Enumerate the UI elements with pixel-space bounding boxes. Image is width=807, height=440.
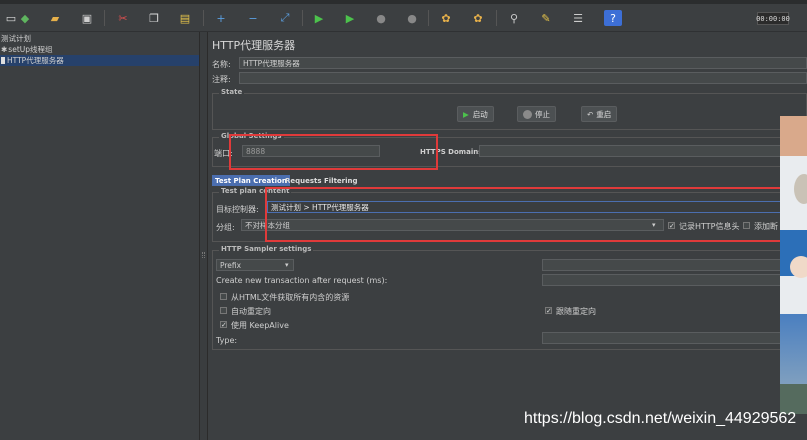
open-icon[interactable]: ▰ (46, 10, 64, 26)
cut-icon[interactable]: ✂ (114, 10, 132, 26)
start-button-label: 启动 (472, 109, 488, 119)
gear-icon: ✱ (1, 45, 8, 54)
chevron-down-icon[interactable]: ▾ (285, 261, 289, 269)
page-title: HTTP代理服务器 (212, 39, 296, 52)
tab-test-plan-creation[interactable]: Test Plan Creation (212, 175, 290, 186)
stop-button-label: 停止 (535, 109, 550, 119)
restart-icon: ↶ (587, 109, 594, 119)
follow-redirect-checkbox[interactable]: ✓ (545, 307, 552, 315)
tree-item-setup-thread-group[interactable]: ✱ setUp线程组 (1, 44, 53, 55)
start-no-pause-icon[interactable]: ▶ (341, 10, 359, 26)
keepalive-label: 使用 KeepAlive (231, 321, 289, 330)
prefix-value-field[interactable] (542, 259, 807, 271)
stop-icon (523, 109, 532, 119)
start-icon[interactable]: ▶ (310, 10, 328, 26)
prefix-select[interactable]: Prefix (216, 259, 294, 271)
annotation-box-port (229, 134, 438, 170)
http-sampler-settings-title: HTTP Sampler settings (219, 245, 314, 253)
expand-icon[interactable]: + (212, 10, 230, 26)
test-plan-tree: 测试计划 ✱ setUp线程组 HTTP代理服务器 (0, 32, 200, 440)
stop-button[interactable]: 停止 (517, 106, 556, 122)
restart-button-label: 重启 (596, 109, 612, 119)
create-transaction-label: Create new transaction after request (ms… (216, 276, 388, 285)
name-label: 名称: (212, 60, 231, 69)
toolbar: ▭ ◆ ▰ ▣ ✂ ❐ ▤ + − ⤢ ▶ ▶ ● ● ✿ ✿ ⚲ ✎ ☰ ? … (0, 4, 807, 32)
create-transaction-field[interactable] (542, 274, 807, 286)
restart-button[interactable]: ↶ 重启 (581, 106, 618, 122)
overlay-image-strip (780, 116, 807, 414)
collapse-icon[interactable]: − (244, 10, 262, 26)
auto-redirect-checkbox[interactable] (220, 307, 227, 314)
tab-requests-filtering[interactable]: Requests Filtering (282, 175, 361, 186)
pane-splitter[interactable] (200, 32, 208, 440)
state-group-title: State (219, 88, 245, 96)
toggle-icon[interactable]: ⤢ (276, 10, 294, 26)
stop-icon[interactable]: ● (372, 10, 390, 26)
retrieve-embedded-label: 从HTML文件获取所有内含的资源 (231, 293, 350, 302)
keepalive-checkbox[interactable]: ✓ (220, 321, 227, 329)
function-helper-icon[interactable]: ☰ (569, 10, 587, 26)
watermark: https://blog.csdn.net/weixin_44929562 (524, 410, 797, 427)
help-icon[interactable]: ? (604, 10, 622, 26)
tree-item-test-plan[interactable]: 测试计划 (1, 33, 31, 44)
https-domains-field[interactable] (479, 145, 807, 157)
tree-item-label: setUp线程组 (8, 45, 53, 54)
grouping-label: 分组: (216, 223, 235, 232)
copy-icon[interactable]: ❐ (145, 10, 163, 26)
comment-field[interactable] (239, 72, 807, 84)
prefix-value: Prefix (220, 260, 242, 270)
follow-redirect-label: 跟随重定向 (556, 307, 596, 316)
tree-item-label: HTTP代理服务器 (7, 56, 64, 65)
auto-redirect-label: 自动重定向 (231, 307, 271, 316)
tree-item-http-proxy[interactable]: HTTP代理服务器 (0, 55, 199, 66)
reset-search-icon[interactable]: ✎ (537, 10, 555, 26)
comment-label: 注释: (212, 75, 231, 84)
search-icon[interactable]: ⚲ (505, 10, 523, 26)
start-icon: ▶ (463, 109, 469, 119)
paste-icon[interactable]: ▤ (176, 10, 194, 26)
start-button[interactable]: ▶ 启动 (457, 106, 494, 122)
clear-all-icon[interactable]: ✿ (469, 10, 487, 26)
elapsed-timer: 00:00:00 (756, 12, 790, 25)
shutdown-icon[interactable]: ● (403, 10, 421, 26)
target-controller-label: 目标控制器: (216, 205, 259, 214)
clear-icon[interactable]: ✿ (437, 10, 455, 26)
annotation-box-target (265, 187, 807, 242)
templates-icon[interactable]: ◆ (16, 10, 34, 26)
retrieve-embedded-checkbox[interactable] (220, 293, 227, 300)
proxy-icon (1, 57, 5, 64)
type-field[interactable] (542, 332, 807, 344)
tab-bar: Test Plan Creation Requests Filtering (212, 175, 807, 186)
type-label: Type: (216, 336, 238, 345)
save-icon[interactable]: ▣ (78, 10, 96, 26)
state-group: State (212, 88, 807, 130)
tree-item-label: 测试计划 (1, 34, 31, 43)
name-field[interactable]: HTTP代理服务器 (239, 57, 807, 69)
